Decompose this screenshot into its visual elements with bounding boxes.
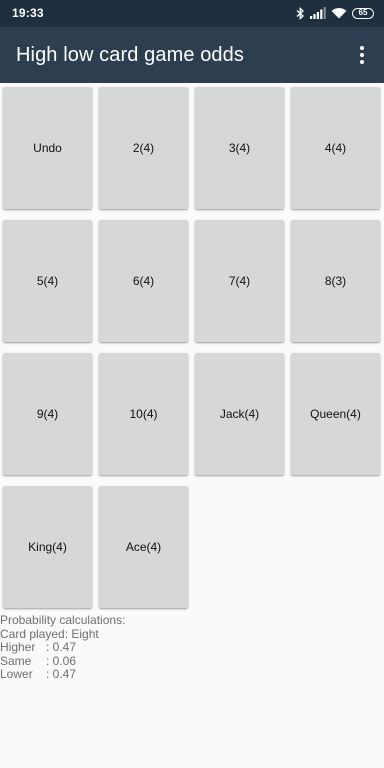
card-button-8[interactable]: 8(3): [291, 220, 380, 342]
same-label: Same: [0, 653, 32, 668]
card-button-king[interactable]: King(4): [3, 486, 92, 608]
card-button-10[interactable]: 10(4): [99, 353, 188, 475]
probability-results: Probability calculations: Card played: E…: [0, 613, 126, 682]
higher-label: Higher: [0, 640, 36, 654]
card-button-ace[interactable]: Ace(4): [99, 486, 188, 608]
card-played-text: Card played: Eight: [0, 626, 99, 641]
undo-button[interactable]: Undo: [3, 87, 92, 209]
higher-row: Higher : 0.47: [0, 640, 125, 655]
bluetooth-icon: [296, 6, 305, 20]
card-button-2[interactable]: 2(4): [99, 87, 188, 209]
results-heading: Probability calculations:: [0, 613, 126, 627]
status-icons: 65: [296, 4, 374, 22]
same-row: Same : 0.06: [0, 653, 125, 669]
same-value: : 0.06: [46, 653, 77, 668]
card-grid: Undo 2(4) 3(4) 4(4) 5(4) 6(4) 7(4) 8(3) …: [3, 87, 381, 608]
wifi-icon: [331, 7, 347, 19]
card-button-9[interactable]: 9(4): [3, 353, 92, 475]
card-button-7[interactable]: 7(4): [195, 220, 284, 342]
more-vert-icon[interactable]: [350, 41, 374, 69]
higher-value: : 0.47: [46, 640, 77, 654]
card-button-5[interactable]: 5(4): [3, 220, 92, 342]
lower-label: Lower: [0, 667, 33, 681]
signal-icon: [310, 7, 326, 19]
card-button-queen[interactable]: Queen(4): [291, 353, 380, 475]
battery-icon: 65: [352, 7, 374, 19]
lower-row: Lower : 0.47: [0, 667, 125, 682]
card-button-jack[interactable]: Jack(4): [195, 353, 284, 475]
card-button-6[interactable]: 6(4): [99, 220, 188, 342]
app-bar: High low card game odds: [0, 27, 384, 83]
card-button-4[interactable]: 4(4): [291, 87, 380, 209]
status-bar: 19:33 65: [0, 0, 384, 27]
app-title: High low card game odds: [16, 44, 244, 66]
status-time: 19:33: [12, 6, 44, 20]
card-button-3[interactable]: 3(4): [195, 87, 284, 209]
lower-value: : 0.47: [46, 667, 77, 681]
